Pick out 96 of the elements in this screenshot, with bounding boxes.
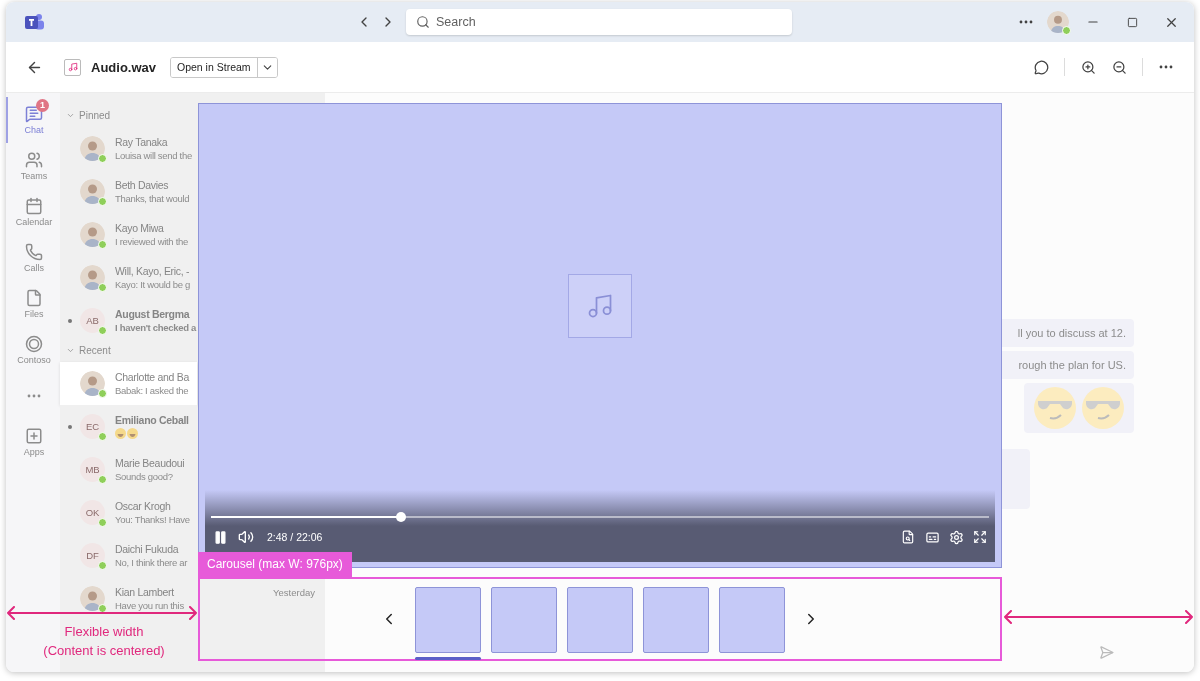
contact-name: Emiliano Ceball bbox=[115, 414, 189, 426]
thumbnail[interactable] bbox=[415, 586, 481, 660]
status-badge bbox=[98, 475, 107, 484]
unread-dot bbox=[68, 425, 72, 429]
status-badge bbox=[1062, 26, 1071, 35]
people-icon bbox=[25, 151, 43, 169]
status-badge bbox=[98, 197, 107, 206]
settings-icon bbox=[948, 529, 964, 545]
playback-time: 2:48 / 22:06 bbox=[267, 531, 323, 543]
status-badge bbox=[98, 240, 107, 249]
message-preview: I haven't checked a bbox=[115, 322, 197, 333]
contact-name: Daichi Fukuda bbox=[115, 543, 179, 555]
message-preview: You: Thanks! Have bbox=[115, 514, 191, 525]
status-badge bbox=[98, 561, 107, 570]
status-badge bbox=[98, 326, 107, 335]
message-preview: No, I think there ar bbox=[115, 557, 189, 568]
message-preview: Kayo: It would be g bbox=[115, 279, 192, 290]
avatar: DF bbox=[80, 543, 105, 568]
message-preview: Sounds good? bbox=[115, 471, 174, 482]
audio-file-icon bbox=[64, 58, 81, 76]
section-header[interactable]: Pinned bbox=[60, 107, 111, 123]
calendar-icon bbox=[25, 197, 43, 215]
avatar bbox=[1047, 11, 1069, 33]
more-icon bbox=[27, 394, 41, 398]
settings-button[interactable] bbox=[947, 528, 965, 546]
pause-icon bbox=[212, 529, 228, 545]
chat-bubble-icon bbox=[1033, 59, 1049, 75]
search-field[interactable]: Search bbox=[406, 9, 792, 35]
contact-name: Kayo Miwa bbox=[115, 222, 164, 234]
fullscreen-button[interactable] bbox=[971, 528, 989, 546]
rail-item[interactable]: Files bbox=[6, 281, 60, 327]
contact-name: August Bergma bbox=[115, 308, 190, 320]
contact-name: Oscar Krogh bbox=[115, 500, 171, 512]
contact-name: Beth Davies bbox=[115, 179, 169, 191]
progress-thumb[interactable] bbox=[395, 512, 406, 522]
message-preview: Have you run this bbox=[115, 600, 185, 611]
rail-item[interactable]: Calendar bbox=[6, 189, 60, 235]
search-icon bbox=[416, 15, 430, 29]
rail-item[interactable]: Apps bbox=[6, 419, 60, 465]
more-icon bbox=[1019, 20, 1033, 24]
speaker-icon bbox=[238, 529, 254, 545]
status-badge bbox=[98, 154, 107, 163]
contact-name: Will, Kayo, Eric, - bbox=[115, 265, 190, 277]
grin-emoji-icon bbox=[127, 428, 138, 439]
sunglasses-emoji-icon bbox=[1034, 387, 1076, 429]
rings-icon bbox=[25, 335, 43, 353]
avatar: AB bbox=[80, 308, 105, 333]
chat-item[interactable]: Charlotte and Ba Babak: I asked the bbox=[60, 362, 197, 405]
annotation-text: Flexible width bbox=[64, 624, 144, 639]
message-preview: I reviewed with the bbox=[115, 236, 189, 247]
message-preview: Louisa will send the bbox=[115, 150, 193, 161]
more-icon bbox=[1159, 65, 1173, 69]
avatar bbox=[80, 265, 105, 290]
zoom-in-icon bbox=[1080, 59, 1096, 75]
avatar bbox=[80, 586, 105, 611]
add-icon bbox=[25, 427, 43, 445]
captions-icon bbox=[924, 529, 940, 545]
grin-emoji-icon bbox=[115, 428, 126, 439]
contact-name: Charlotte and Ba bbox=[115, 371, 189, 383]
fullscreen-icon bbox=[973, 530, 987, 544]
phone-icon bbox=[25, 243, 43, 261]
avatar: MB bbox=[80, 457, 105, 482]
section-header[interactable]: Recent bbox=[60, 342, 111, 358]
file-name: Audio.wav bbox=[91, 59, 156, 75]
avatar bbox=[80, 136, 105, 161]
volume-button[interactable] bbox=[237, 528, 255, 546]
message-preview: Babak: I asked the bbox=[115, 385, 190, 396]
status-badge bbox=[98, 432, 107, 441]
rail-item[interactable]: Calls bbox=[6, 235, 60, 281]
sunglasses-emoji-icon bbox=[1082, 387, 1124, 429]
avatar bbox=[80, 371, 105, 396]
unread-dot bbox=[68, 319, 72, 323]
contact-name: Kian Lambert bbox=[115, 586, 174, 598]
contact-name: Marie Beaudoui bbox=[115, 457, 185, 469]
maximize-icon bbox=[1126, 16, 1138, 28]
carousel-label: Carousel (max W: 976px) bbox=[198, 552, 352, 577]
rail-item[interactable]: Teams bbox=[6, 143, 60, 189]
avatar bbox=[80, 179, 105, 204]
status-badge bbox=[98, 389, 107, 398]
avatar: OK bbox=[80, 500, 105, 525]
file-search-icon bbox=[901, 530, 915, 544]
unread-badge: 1 bbox=[36, 99, 49, 112]
status-badge bbox=[98, 283, 107, 292]
annotation-text: (Content is centered) bbox=[43, 643, 165, 658]
status-badge bbox=[98, 518, 107, 527]
rail-item[interactable]: Contoso bbox=[6, 327, 60, 373]
zoom-out-icon bbox=[1111, 59, 1127, 75]
avatar: EC bbox=[80, 414, 105, 439]
app-logo bbox=[24, 13, 46, 31]
file-icon bbox=[25, 289, 43, 307]
message-preview: Thanks, that would bbox=[115, 193, 191, 204]
timestamp: Yesterday bbox=[273, 587, 315, 598]
contact-name: Ray Tanaka bbox=[115, 136, 168, 148]
open-in-stream-button[interactable]: Open in Stream bbox=[171, 57, 258, 77]
avatar bbox=[80, 222, 105, 247]
status-badge bbox=[98, 604, 107, 613]
